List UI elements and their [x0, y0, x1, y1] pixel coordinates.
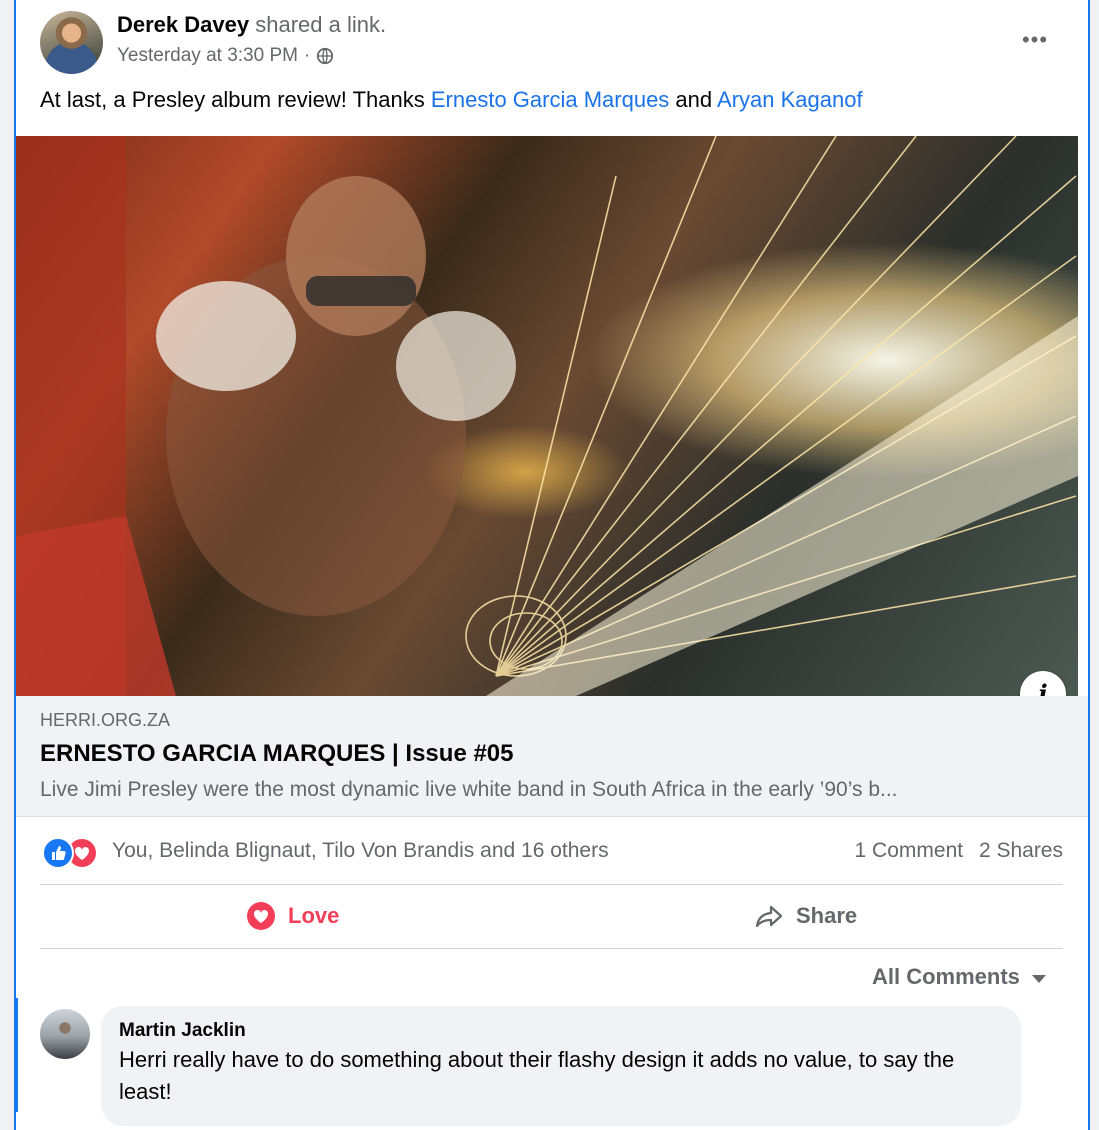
share-button[interactable]: Share: [754, 893, 857, 939]
comment-filter-dropdown[interactable]: All Comments: [872, 964, 1046, 990]
reaction-icons[interactable]: [42, 837, 102, 869]
love-button[interactable]: Love: [246, 893, 339, 939]
comment-filter-label: All Comments: [872, 964, 1020, 989]
globe-icon[interactable]: [316, 47, 334, 65]
meta-separator: ·: [303, 45, 311, 66]
chevron-down-icon: [1031, 975, 1046, 983]
link-domain: HERRI.ORG.ZA: [40, 710, 171, 730]
like-icon: [42, 837, 74, 869]
reactors-summary[interactable]: You, Belinda Blignaut, Tilo Von Brandis …: [112, 839, 609, 863]
commenter-avatar[interactable]: [40, 1009, 90, 1059]
link-description: Live Jimi Presley were the most dynamic …: [40, 778, 898, 801]
commenter-name[interactable]: Martin Jacklin: [119, 1020, 246, 1042]
post-timestamp[interactable]: Yesterday at 3:30 PM: [117, 45, 298, 67]
link-preview-image[interactable]: [16, 136, 1078, 696]
share-count[interactable]: 2 Shares: [979, 839, 1063, 862]
comment-text: Herri really have to do something about …: [119, 1047, 955, 1104]
heart-icon: [247, 902, 275, 930]
mention-aryan[interactable]: Aryan Kaganof: [717, 87, 863, 112]
engagement-counts: 1 Comment 2 Shares: [855, 839, 1063, 863]
love-label: Love: [288, 903, 340, 928]
post-text-middle: and: [669, 87, 718, 112]
mention-ernesto[interactable]: Ernesto Garcia Marques: [431, 87, 669, 112]
comment-bubble: Martin Jacklin Herri really have to do s…: [101, 1006, 1021, 1126]
post-header: Derek Davey shared a link.: [117, 12, 386, 38]
divider: [40, 948, 1063, 949]
divider: [40, 884, 1063, 885]
link-preview-caption[interactable]: HERRI.ORG.ZA ERNESTO GARCIA MARQUES | Is…: [16, 696, 1088, 817]
share-label: Share: [796, 903, 858, 928]
comment-highlight-bar: [14, 998, 18, 1112]
comment-count[interactable]: 1 Comment: [855, 839, 964, 862]
post-action-text: shared a link.: [255, 12, 387, 37]
more-options-button[interactable]: •••: [1019, 26, 1051, 54]
post-text-prefix: At last, a Presley album review! Thanks: [40, 87, 431, 112]
author-name[interactable]: Derek Davey: [117, 12, 249, 37]
share-arrow-icon: [755, 905, 783, 928]
author-avatar[interactable]: [40, 11, 103, 74]
post-text: At last, a Presley album review! Thanks …: [40, 87, 863, 113]
link-title[interactable]: ERNESTO GARCIA MARQUES | Issue #05: [40, 740, 514, 768]
sparks-illustration: [16, 136, 1078, 696]
post-meta: Yesterday at 3:30 PM ·: [117, 45, 334, 67]
